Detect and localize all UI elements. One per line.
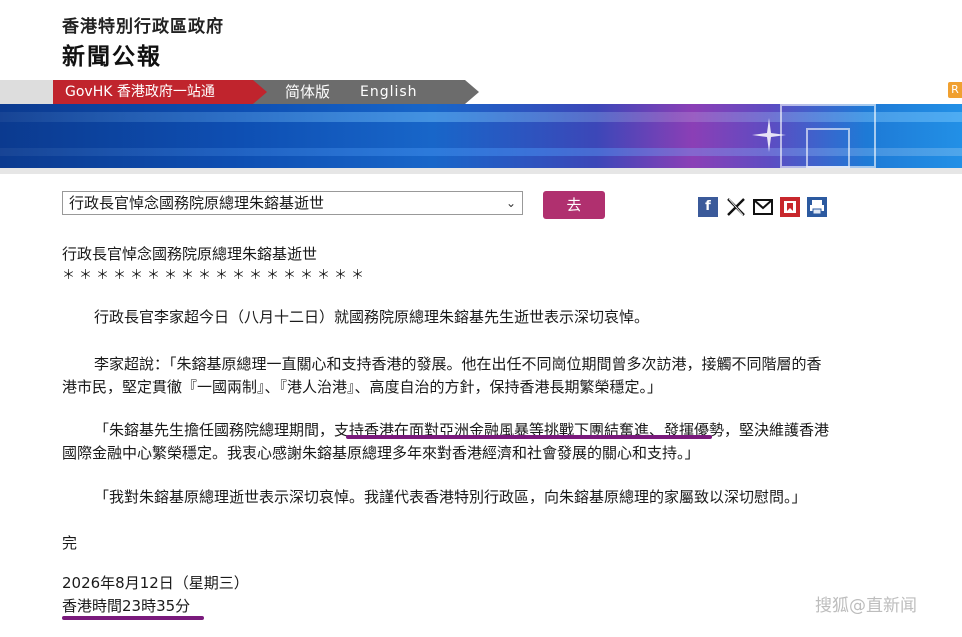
watermark: 搜狐@直新闻 — [815, 596, 917, 616]
chevron-down-icon: ⌄ — [505, 196, 516, 210]
x-icon[interactable] — [726, 197, 746, 217]
mail-icon[interactable] — [753, 197, 773, 217]
print-icon[interactable] — [807, 197, 827, 217]
bookmark-icon[interactable] — [780, 197, 800, 217]
nav-left-strip — [0, 80, 53, 106]
nav-separator — [253, 80, 267, 104]
sparkle-icon — [752, 118, 786, 152]
press-release-select[interactable]: 行政長官悼念國務院原總理朱鎔基逝世 ⌄ — [62, 191, 523, 215]
paragraph-2-line-1: 李家超說：「朱鎔基原總理一直關心和支持香港的發展。他在出任不同崗位期間曾多次訪港… — [94, 355, 822, 373]
article-title: 行政長官悼念國務院原總理朱鎔基逝世 — [62, 245, 318, 263]
paragraph-4: 「我對朱鎔基原總理逝世表示深切哀悼。我謹代表香港特別行政區，向朱鎔基原總理的家屬… — [94, 488, 807, 506]
simplified-chinese-link[interactable]: 简体版 — [285, 80, 330, 104]
english-link[interactable]: English — [360, 80, 418, 104]
top-navbar: GovHK 香港政府一站通 简体版 English R — [0, 80, 962, 106]
paragraph-1: 行政長官李家超今日（八月十二日）就國務院原總理朱鎔基先生逝世表示深切哀悼。 — [94, 308, 650, 326]
highlight-underline — [346, 435, 712, 439]
title-stars: ＊＊＊＊＊＊＊＊＊＊＊＊＊＊＊＊＊＊ — [62, 268, 369, 283]
banner-divider — [0, 168, 962, 174]
time-underline — [62, 616, 204, 620]
banner-square-inner — [806, 128, 850, 168]
rss-icon[interactable]: R — [948, 82, 962, 98]
press-release-title: 新聞公報 — [62, 44, 162, 70]
paragraph-3-line-2: 國際金融中心繁榮穩定。我衷心感謝朱鎔基原總理多年來對香港經濟和社會發展的關心和支… — [62, 444, 700, 462]
end-marker: 完 — [62, 534, 78, 552]
govhk-link[interactable]: GovHK 香港政府一站通 — [53, 80, 253, 104]
release-date: 2026年8月12日（星期三） — [62, 574, 249, 592]
facebook-icon[interactable]: f — [698, 197, 718, 217]
nav-separator-end — [465, 80, 479, 104]
paragraph-2-line-2: 港市民，堅定貫徹『一國兩制』、『港人治港』、高度自治的方針，保持香港長期繁榮穩定… — [62, 378, 663, 396]
select-value: 行政長官悼念國務院原總理朱鎔基逝世 — [69, 194, 325, 212]
banner-image — [0, 104, 962, 168]
go-button[interactable]: 去 — [543, 191, 605, 219]
release-time: 香港時間23時35分 — [62, 597, 191, 615]
government-title: 香港特別行政區政府 — [62, 17, 224, 37]
